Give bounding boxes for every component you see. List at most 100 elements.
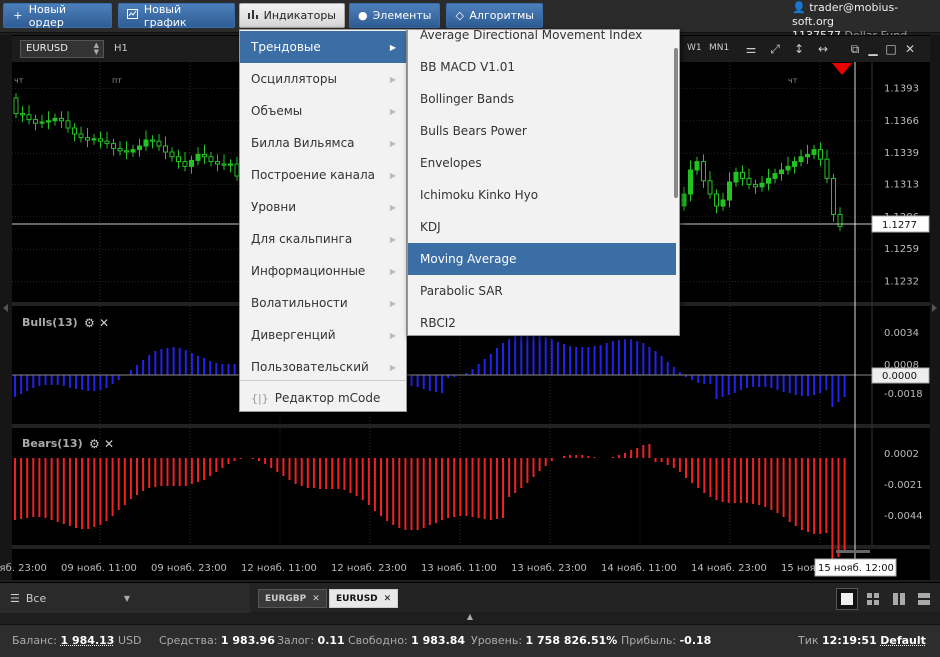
indicator-bar [831,458,834,560]
submenu-arrow-icon: ▶ [389,42,396,52]
maximize-icon[interactable]: □ [882,40,900,58]
close-tab-icon[interactable]: ✕ [384,594,392,604]
new-chart-button[interactable]: Новый график [118,3,235,29]
horizontal-scale-icon[interactable]: ↔ [814,40,832,58]
indicator-bar [843,375,846,397]
group-select[interactable]: ☰ Все ▼ [0,583,250,613]
free-value: 1 983.84 [411,634,466,647]
indicator-bar [788,458,791,522]
close-tab-icon[interactable]: ✕ [312,594,320,604]
submenu-item[interactable]: Bollinger Bands [408,83,676,115]
bulls-close-icon[interactable]: ✕ [99,316,109,330]
bears-settings-icon[interactable]: ⚙ [89,437,100,451]
timeframe-mn1[interactable]: MN1 [709,43,729,53]
indicator-bar [502,458,504,518]
submenu-arrow-icon: ▶ [389,330,396,340]
indicator-bar [209,458,212,476]
submenu-arrow-icon: ▶ [389,106,396,116]
symbol-select[interactable]: EURUSD ▲ ▼ [20,40,104,58]
menu-item-scalping[interactable]: Для скальпинга ▶ [240,223,406,255]
close-chart-icon[interactable]: ✕ [901,40,919,58]
indicator-bar [190,458,193,484]
indicator-bar [770,375,773,388]
menu-item-mcode-editor[interactable]: {|} Редактор mCode [240,382,406,414]
indicator-bar [752,375,755,387]
candle [681,193,687,207]
indicator-bar [800,458,803,530]
submenu-item[interactable]: Envelopes [408,147,676,179]
indicator-bar [117,375,120,380]
menu-item-oscillators[interactable]: Осцилляторы ▶ [240,63,406,95]
menu-item-volatility[interactable]: Волатильности ▶ [240,287,406,319]
tab-eurusd[interactable]: EURUSD ✕ [329,589,399,608]
tab-eurgbp[interactable]: EURGBP ✕ [258,589,327,608]
candle [772,173,778,179]
indicator-bar [14,375,16,397]
layout-rows-button[interactable] [913,588,935,610]
menu-item-bill-williams[interactable]: Билла Вильямса ▶ [240,127,406,159]
candle [727,181,732,201]
candle [33,119,38,124]
submenu-item[interactable]: Ichimoku Kinko Hyo [408,179,676,211]
menu-item-trend[interactable]: Трендовые ▶ [240,31,406,63]
submenu-item[interactable]: KDJ [408,211,676,243]
indicator-bar [624,453,626,458]
vertical-scale-icon[interactable]: ↕ [790,40,808,58]
submenu-item[interactable]: Average Directional Movement Index [408,30,676,51]
layout-single-button[interactable] [836,588,858,610]
indicator-bar [721,375,724,397]
submenu-item[interactable]: Bulls Bears Power [408,115,676,147]
elements-button[interactable]: ● Элементы [349,3,440,28]
indicator-bar [782,375,785,392]
margin-label: Залог: [277,634,315,647]
submenu-item[interactable]: BB MACD V1.01 [408,51,676,83]
indicator-bar [26,458,29,518]
menu-item-volumes[interactable]: Объемы ▶ [240,95,406,127]
indicator-bar [129,458,132,499]
time-tick-label: 13 нояб. 11:00 [421,563,497,574]
indicator-bar [111,458,114,516]
symbol-value: EURUSD [26,43,68,54]
menu-item-label: Волатильности [251,296,348,310]
panel-collapse-handle[interactable]: ▲ [464,612,476,622]
submenu-scrollbar[interactable] [674,48,678,198]
time-scrollbar[interactable] [836,550,870,553]
submenu-item[interactable]: Parabolic SAR [408,275,676,307]
menu-item-levels[interactable]: Уровни ▶ [240,191,406,223]
balance-value[interactable]: 1 984.13 [61,634,115,647]
minimize-icon[interactable]: ▁ [864,40,882,58]
new-order-button[interactable]: + Новый ордер [3,3,112,29]
popout-icon[interactable]: ⧉ [846,40,864,58]
algorithms-button[interactable]: ◇ Алгоритмы [446,3,543,28]
menu-item-custom[interactable]: Пользовательский ▶ [240,351,406,383]
bulls-settings-icon[interactable]: ⚙ [84,316,95,330]
candle [740,171,745,179]
candle [714,193,719,207]
menu-item-channels[interactable]: Построение канала ▶ [240,159,406,191]
indicator-bar [75,458,77,528]
submenu-item[interactable]: RBCI2 [408,307,676,335]
submenu-item-selected[interactable]: Moving Average [408,243,676,275]
tick-mode[interactable]: Default [880,634,926,647]
menu-item-divergence[interactable]: Дивергенций ▶ [240,319,406,351]
tab-label: EURGBP [265,593,307,604]
indicator-bar [715,458,718,500]
candle [46,120,51,123]
indicator-bar [660,356,663,375]
bears-close-icon[interactable]: ✕ [104,437,114,451]
indicator-bar [837,375,840,402]
candle [707,180,713,195]
indicator-bar [520,334,523,375]
indicators-button[interactable]: Индикаторы [239,3,345,28]
timeframe-w1[interactable]: W1 [687,43,702,53]
indicator-bar [776,375,779,390]
menu-item-informational[interactable]: Информационные ▶ [240,255,406,287]
timeframe-h1[interactable]: H1 [114,43,128,54]
layout-columns-button[interactable] [888,588,910,610]
submenu-arrow-icon: ▶ [389,234,396,244]
candle [701,161,706,182]
candle [805,153,810,158]
layout-grid-button[interactable] [862,588,884,610]
chart-type-icon[interactable]: ⚌ [742,40,760,58]
expand-icon[interactable]: ⤢ [766,40,784,58]
